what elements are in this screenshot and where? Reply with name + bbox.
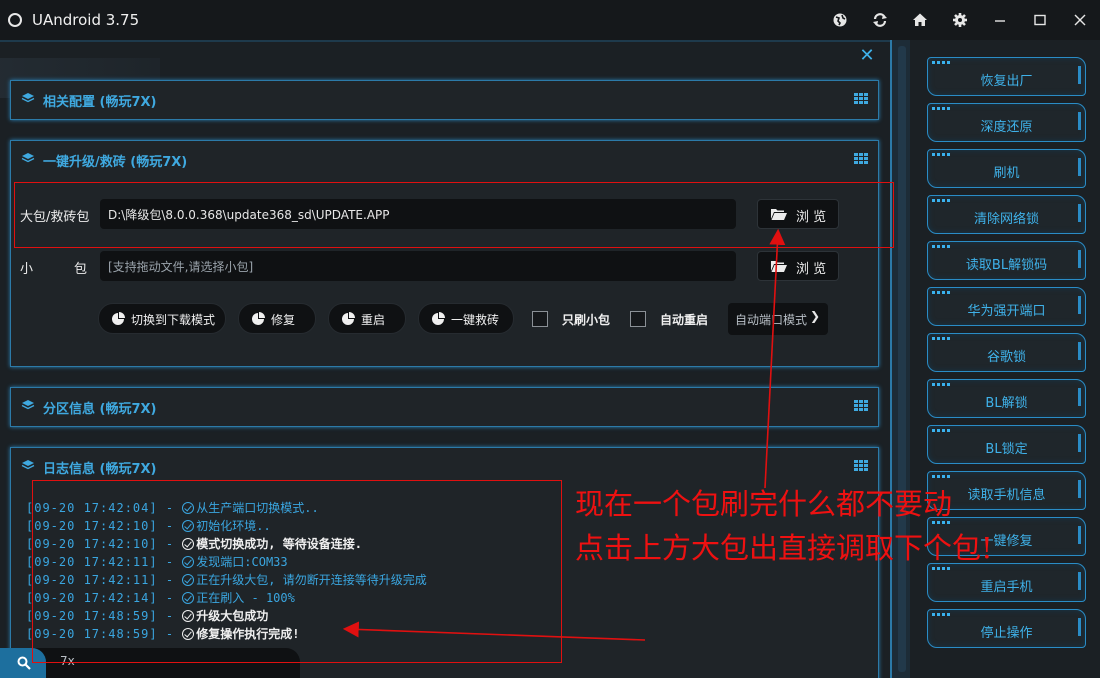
annotation-text: 现在一个包刷完什么都不要动 点击上方大包出直接调取下个包!: [575, 482, 993, 570]
arrow-to-big-package: [764, 228, 786, 489]
annotation-line-2: 点击上方大包出直接调取下个包!: [575, 531, 993, 565]
annotation-line-1: 现在一个包刷完什么都不要动: [575, 487, 953, 521]
arrow-to-log-line: [342, 621, 646, 641]
annotation-arrows: [342, 228, 786, 641]
